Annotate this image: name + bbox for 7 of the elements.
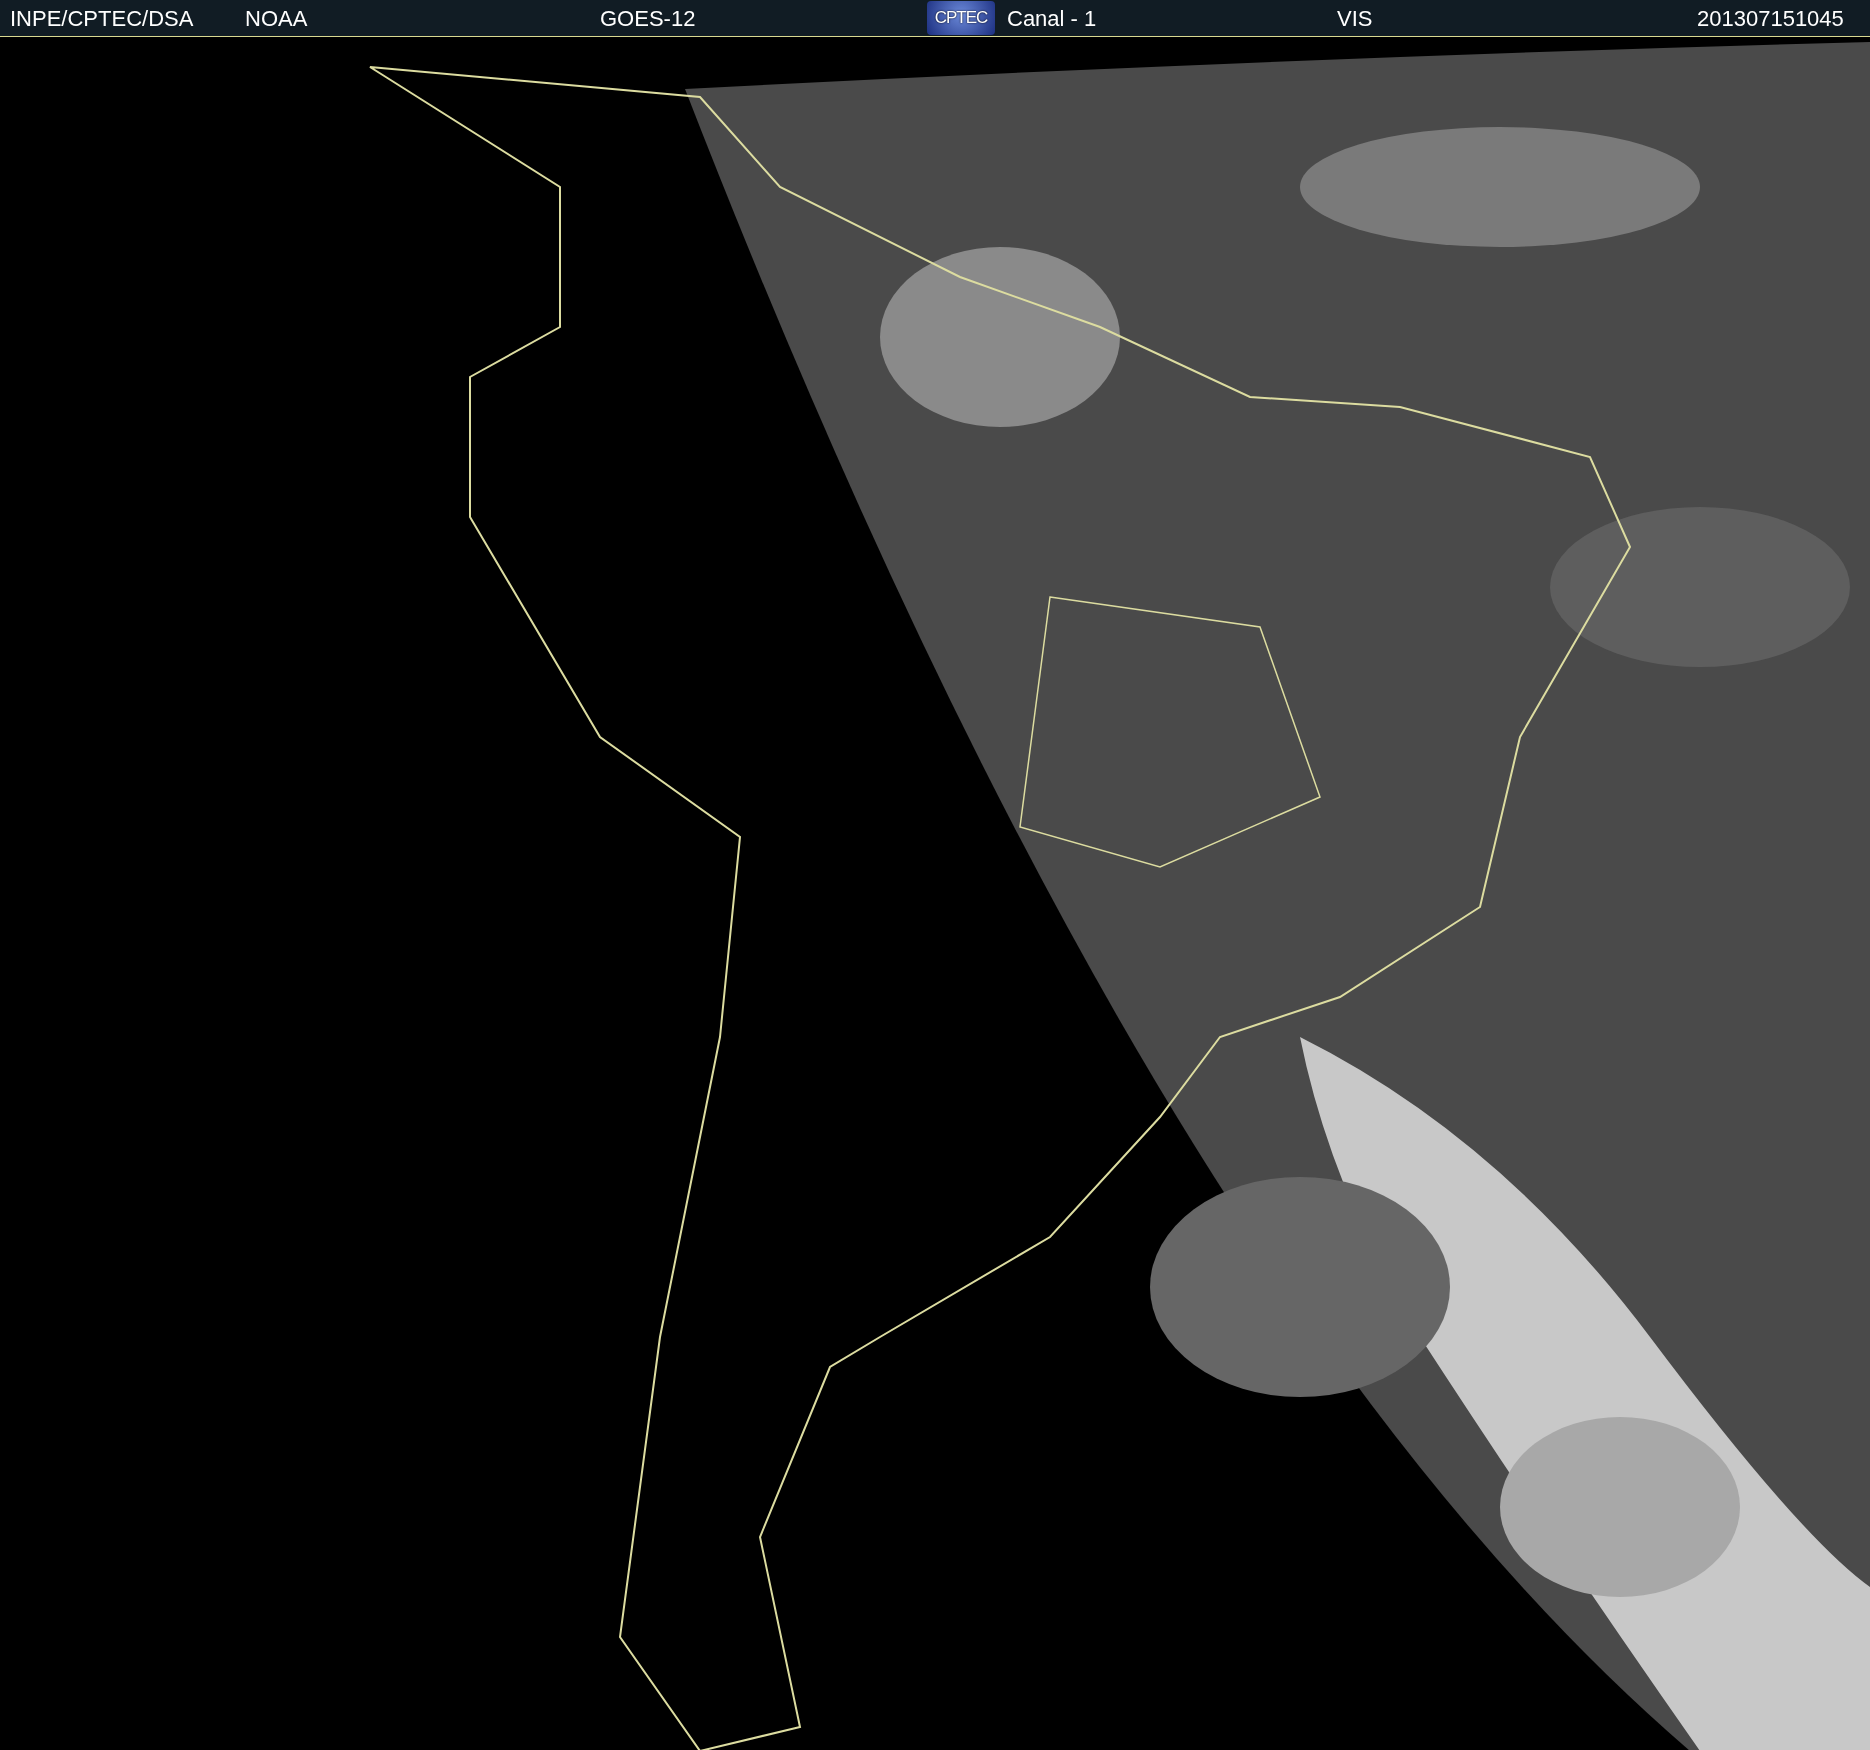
logo: CPTEC (927, 1, 995, 35)
timestamp-label: 201307151045 (1697, 4, 1845, 33)
agency-label: NOAA (245, 4, 309, 33)
channel-label: Canal - 1 (1007, 4, 1098, 33)
source-label: INPE/CPTEC/DSA (10, 4, 195, 33)
satellite-label: GOES-12 (600, 4, 697, 33)
band-label: VIS (1337, 4, 1374, 33)
